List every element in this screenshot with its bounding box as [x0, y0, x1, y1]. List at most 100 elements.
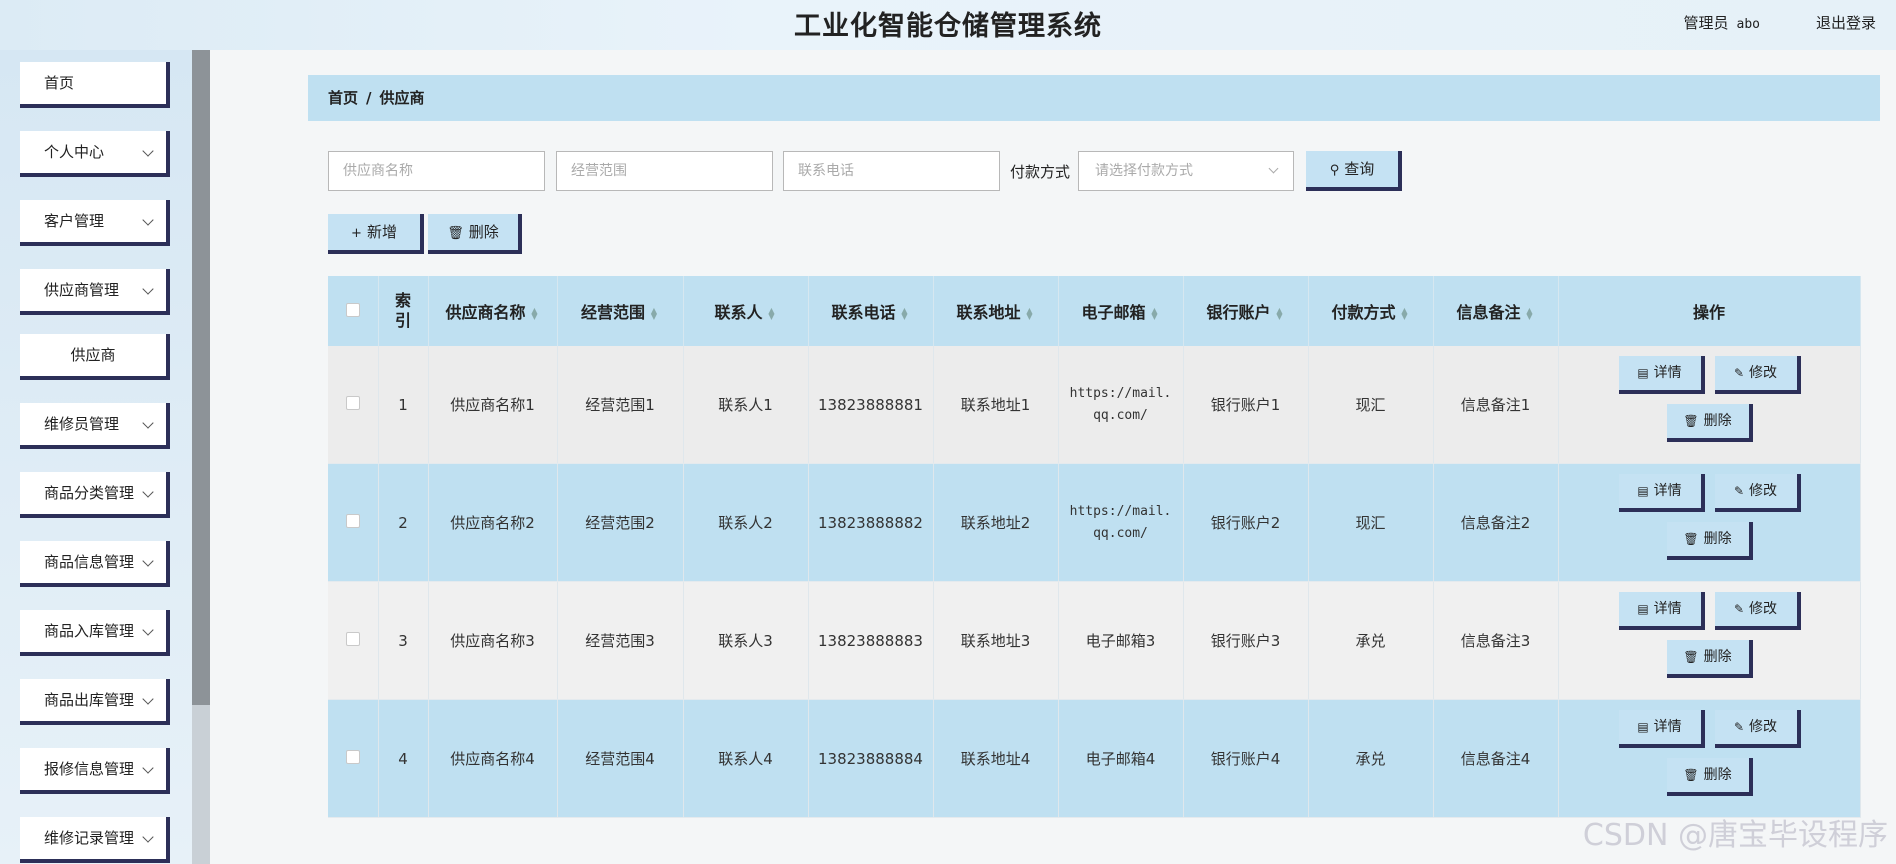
sort-icon[interactable]: ▲ ▼ [767, 306, 777, 320]
phone-input[interactable] [783, 151, 1000, 191]
cell-contact-value: 联系人2 [718, 514, 773, 532]
sidebar-subitem[interactable]: 供应商 [20, 334, 170, 380]
cell-email: https://mail. qq.com/ [1058, 463, 1184, 582]
sidebar-scrollbar-thumb[interactable] [192, 50, 210, 705]
sort-icon[interactable]: ▲ ▼ [900, 306, 910, 320]
row-select-cell[interactable] [328, 346, 379, 464]
sidebar-item[interactable]: 商品分类管理 [20, 472, 170, 518]
detail-button[interactable]: ▤ 详情 [1618, 710, 1705, 748]
cell-phone: 13823888881 [808, 346, 934, 464]
row-checkbox[interactable] [345, 395, 360, 410]
row-checkbox[interactable] [345, 513, 360, 528]
cell-scope: 经营范围3 [557, 581, 684, 700]
chevron-down-icon [142, 417, 154, 429]
cell-name-value: 供应商名称1 [450, 396, 535, 414]
batch-delete-button[interactable]: 🗑 删除 [428, 214, 522, 254]
detail-button-label: 详情 [1653, 483, 1682, 499]
breadcrumb-home[interactable]: 首页 [328, 89, 358, 107]
cell-scope-value: 经营范围1 [585, 396, 655, 414]
cell-address: 联系地址4 [933, 699, 1059, 818]
business-scope-input[interactable] [556, 151, 773, 191]
detail-button-label: 详情 [1653, 601, 1682, 617]
cell-index-value: 3 [398, 631, 408, 650]
edit-button[interactable]: ✎ 修改 [1714, 592, 1801, 630]
edit-button[interactable]: ✎ 修改 [1714, 474, 1801, 512]
cell-bank-value: 银行账户4 [1210, 750, 1281, 768]
header-bank[interactable]: 银行账户 ▲ ▼ [1183, 276, 1309, 346]
app-title: 工业化智能仓储管理系统 [794, 11, 1102, 42]
cell-phone-value: 13823888884 [818, 749, 923, 768]
sort-icon[interactable]: ▲ ▼ [1150, 306, 1160, 320]
header-pay[interactable]: 付款方式 ▲ ▼ [1308, 276, 1434, 346]
header-email[interactable]: 电子邮箱 ▲ ▼ [1058, 276, 1184, 346]
cell-pay-value: 现汇 [1355, 396, 1386, 414]
search-icon: ⚲ [1329, 163, 1340, 178]
cell-address: 联系地址1 [933, 346, 1059, 464]
header-phone[interactable]: 联系电话 ▲ ▼ [808, 276, 934, 346]
cell-bank-value: 银行账户1 [1210, 396, 1281, 414]
sidebar-item[interactable]: 首页 [20, 62, 170, 108]
cell-note-value: 信息备注4 [1460, 750, 1531, 768]
payment-method-select[interactable]: 请选择付款方式 [1078, 151, 1294, 191]
cell-bank-value: 银行账户2 [1210, 514, 1281, 532]
edit-button[interactable]: ✎ 修改 [1714, 356, 1801, 394]
sidebar-item-label: 商品信息管理 [44, 553, 135, 571]
detail-button[interactable]: ▤ 详情 [1618, 356, 1705, 394]
app-header: 工业化智能仓储管理系统 管理员 abo 退出登录 [0, 0, 1896, 50]
delete-button-label: 删除 [1703, 413, 1732, 429]
header-name[interactable]: 供应商名称 ▲ ▼ [428, 276, 558, 346]
cell-note: 信息备注3 [1433, 581, 1559, 700]
delete-button-label: 删除 [1703, 649, 1732, 665]
delete-button[interactable]: 🗑 删除 [1666, 404, 1753, 442]
cell-address-value: 联系地址3 [960, 632, 1031, 650]
detail-button[interactable]: ▤ 详情 [1618, 592, 1705, 630]
sidebar-item[interactable]: 维修记录管理 [20, 817, 170, 863]
sort-icon[interactable]: ▲ ▼ [1025, 306, 1035, 320]
sidebar-item[interactable]: 商品信息管理 [20, 541, 170, 587]
select-all-cell[interactable] [328, 276, 379, 346]
add-button[interactable]: + 新增 [328, 214, 424, 254]
select-all-checkbox[interactable] [345, 302, 360, 317]
sort-icon[interactable]: ▲ ▼ [530, 306, 540, 320]
cell-contact-value: 联系人4 [718, 750, 773, 768]
row-checkbox[interactable] [345, 749, 360, 764]
sort-icon[interactable]: ▲ ▼ [1400, 306, 1410, 320]
sidebar-item[interactable]: 商品出库管理 [20, 679, 170, 725]
delete-button[interactable]: 🗑 删除 [1666, 758, 1753, 796]
add-button-label: 新增 [366, 223, 397, 241]
sort-icon[interactable]: ▲ ▼ [649, 306, 659, 320]
sidebar-item-label: 维修记录管理 [44, 829, 135, 847]
row-select-cell[interactable] [328, 463, 379, 582]
cell-bank: 银行账户4 [1183, 699, 1309, 818]
sidebar-item[interactable]: 供应商管理 [20, 269, 170, 315]
cell-contact: 联系人2 [683, 463, 809, 582]
header-scope[interactable]: 经营范围 ▲ ▼ [557, 276, 684, 346]
row-select-cell[interactable] [328, 699, 379, 818]
header-note[interactable]: 信息备注 ▲ ▼ [1433, 276, 1559, 346]
sidebar-item[interactable]: 个人中心 [20, 131, 170, 177]
sidebar-item[interactable]: 商品入库管理 [20, 610, 170, 656]
chevron-down-icon [1268, 163, 1279, 174]
detail-button[interactable]: ▤ 详情 [1618, 474, 1705, 512]
row-checkbox[interactable] [345, 631, 360, 646]
delete-button[interactable]: 🗑 删除 [1666, 640, 1753, 678]
edit-button[interactable]: ✎ 修改 [1714, 710, 1801, 748]
sidebar-item[interactable]: 维修员管理 [20, 403, 170, 449]
chevron-down-icon [142, 145, 154, 157]
trash-icon: 🗑 [447, 226, 464, 241]
supplier-name-input[interactable] [328, 151, 545, 191]
delete-button[interactable]: 🗑 删除 [1666, 522, 1753, 560]
logout-link[interactable]: 退出登录 [1816, 12, 1876, 33]
header-contact[interactable]: 联系人 ▲ ▼ [683, 276, 809, 346]
sidebar-item[interactable]: 报修信息管理 [20, 748, 170, 794]
header-address[interactable]: 联系地址 ▲ ▼ [933, 276, 1059, 346]
sort-icon[interactable]: ▲ ▼ [1525, 306, 1535, 320]
sidebar-item[interactable]: 客户管理 [20, 200, 170, 246]
trash-icon: 🗑 [1683, 768, 1699, 782]
sort-icon[interactable]: ▲ ▼ [1275, 306, 1285, 320]
cell-address: 联系地址3 [933, 581, 1059, 700]
cell-name-value: 供应商名称2 [450, 514, 535, 532]
row-select-cell[interactable] [328, 581, 379, 700]
cell-bank-value: 银行账户3 [1210, 632, 1281, 650]
query-button[interactable]: ⚲ 查询 [1306, 151, 1402, 191]
